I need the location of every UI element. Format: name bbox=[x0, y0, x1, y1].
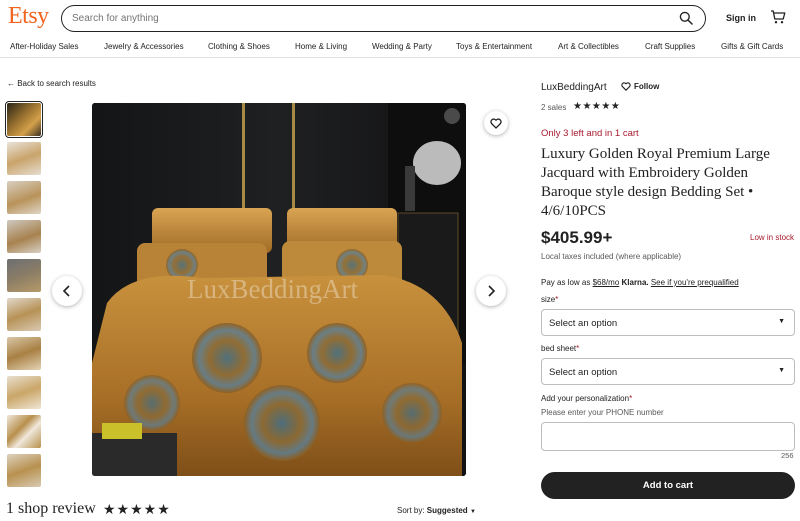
personalization-hint: Please enter your PHONE number bbox=[541, 408, 664, 417]
sort-dropdown[interactable]: Sort by: Suggested ▼ bbox=[397, 506, 476, 515]
thumbnail-8[interactable] bbox=[7, 376, 41, 409]
zoom-icon[interactable] bbox=[444, 108, 460, 124]
sort-value: Suggested bbox=[426, 506, 468, 515]
category-nav: After-Holiday Sales Jewelry & Accessorie… bbox=[0, 38, 800, 58]
klarna-financing: Pay as low as $68/mo Klarna. See if you'… bbox=[541, 278, 739, 287]
character-counter: 256 bbox=[781, 451, 794, 460]
caret-down-icon: ▼ bbox=[469, 509, 476, 515]
bed-sheet-select-value: Select an option bbox=[549, 367, 618, 378]
heart-icon bbox=[621, 82, 631, 91]
sort-prefix: Sort by: bbox=[397, 506, 427, 515]
personalization-input[interactable] bbox=[541, 422, 795, 451]
favorite-button[interactable] bbox=[484, 111, 508, 135]
next-image-button[interactable] bbox=[476, 276, 506, 306]
cart-icon[interactable] bbox=[770, 9, 786, 25]
add-to-cart-button[interactable]: Add to cart bbox=[541, 472, 795, 499]
thumbnail-9[interactable] bbox=[7, 415, 41, 448]
follow-label: Follow bbox=[634, 82, 660, 91]
caret-down-icon: ▼ bbox=[778, 367, 785, 374]
klarna-prequalify-link[interactable]: See if you're prequalified bbox=[651, 278, 739, 287]
klarna-brand: Klarna. bbox=[619, 278, 649, 287]
site-header: Etsy Sign in bbox=[0, 0, 800, 36]
personalization-label: Add your personalization* bbox=[541, 394, 633, 403]
scarcity-message: Only 3 left and in 1 cart bbox=[541, 128, 639, 139]
chevron-left-icon bbox=[62, 285, 70, 297]
category-link[interactable]: Clothing & Shoes bbox=[208, 42, 270, 51]
back-to-search-link[interactable]: ← Back to search results bbox=[7, 79, 96, 88]
category-link[interactable]: Wedding & Party bbox=[372, 42, 432, 51]
thumbnail-10[interactable] bbox=[7, 454, 41, 487]
category-link[interactable]: Art & Collectibles bbox=[558, 42, 619, 51]
thumbnail-4[interactable] bbox=[7, 220, 41, 253]
thumbnail-2[interactable] bbox=[7, 142, 41, 175]
thumbnail-6[interactable] bbox=[7, 298, 41, 331]
watermark-text: LuxBeddingArt bbox=[187, 274, 358, 304]
thumbnail-1[interactable] bbox=[5, 101, 43, 138]
follow-shop-button[interactable]: Follow bbox=[621, 82, 659, 91]
product-image[interactable]: LuxBeddingArt bbox=[92, 103, 466, 476]
size-label: size* bbox=[541, 295, 559, 304]
shop-name-link[interactable]: LuxBeddingArt bbox=[541, 82, 607, 93]
bed-sheet-select[interactable]: Select an option ▼ bbox=[541, 358, 795, 385]
bed-sheet-label: bed sheet* bbox=[541, 344, 580, 353]
category-link[interactable]: After-Holiday Sales bbox=[10, 42, 78, 51]
category-link[interactable]: Toys & Entertainment bbox=[456, 42, 532, 51]
category-link[interactable]: Craft Supplies bbox=[645, 42, 695, 51]
listing-title: Luxury Golden Royal Premium Large Jacqua… bbox=[541, 146, 770, 219]
shop-rating-stars: ★★★★★ bbox=[573, 101, 621, 112]
search-input[interactable] bbox=[72, 11, 632, 26]
tax-note: Local taxes included (where applicable) bbox=[541, 252, 682, 261]
thumbnail-5[interactable] bbox=[7, 259, 41, 292]
heart-icon bbox=[490, 117, 502, 129]
klarna-amount[interactable]: $68/mo bbox=[593, 278, 620, 287]
category-link[interactable]: Home & Living bbox=[295, 42, 347, 51]
search-icon[interactable] bbox=[679, 11, 693, 25]
reviews-heading: 1 shop review bbox=[6, 500, 96, 517]
chevron-right-icon bbox=[488, 285, 496, 297]
category-link[interactable]: Jewelry & Accessories bbox=[104, 42, 184, 51]
previous-image-button[interactable] bbox=[52, 276, 82, 306]
klarna-prefix: Pay as low as bbox=[541, 278, 593, 287]
caret-down-icon: ▼ bbox=[778, 318, 785, 325]
category-link[interactable]: Gifts & Gift Cards bbox=[721, 42, 783, 51]
review-rating-stars: ★★★★★ bbox=[103, 501, 171, 517]
sales-count: 2 sales bbox=[541, 103, 567, 112]
etsy-logo[interactable]: Etsy bbox=[8, 3, 49, 30]
sign-in-link[interactable]: Sign in bbox=[726, 13, 756, 23]
size-select[interactable]: Select an option ▼ bbox=[541, 309, 795, 336]
thumbnail-7[interactable] bbox=[7, 337, 41, 370]
size-select-value: Select an option bbox=[549, 318, 618, 329]
price: $405.99+ bbox=[541, 228, 613, 247]
thumbnail-3[interactable] bbox=[7, 181, 41, 214]
stock-status: Low in stock bbox=[750, 233, 795, 242]
search-bar[interactable] bbox=[61, 5, 706, 32]
